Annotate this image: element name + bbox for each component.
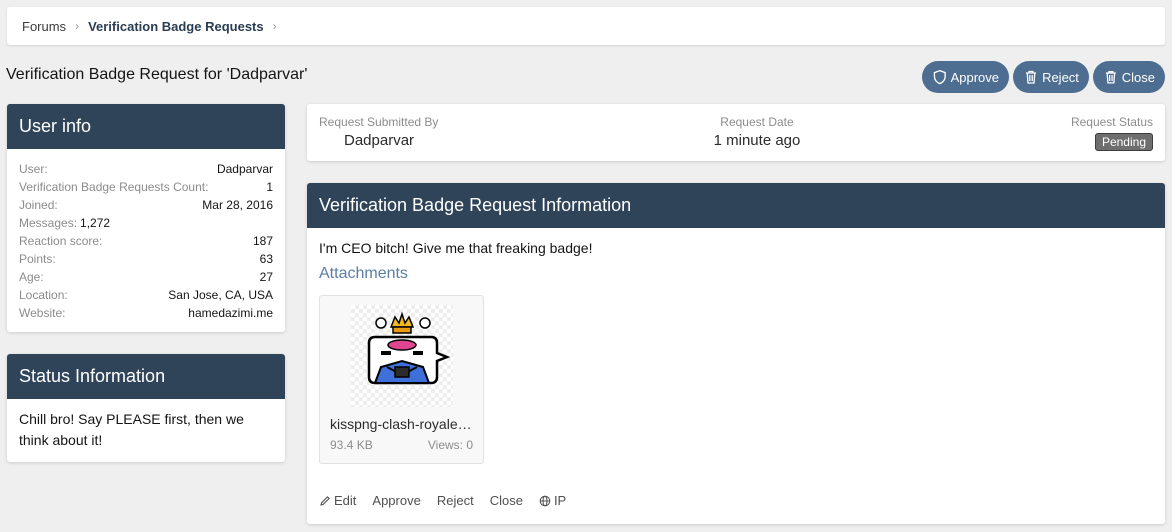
submitted-by-value[interactable]: Dadparvar	[344, 132, 438, 149]
submitted-by-column: Request Submitted By Dadparvar	[319, 115, 438, 149]
breadcrumb-badge-requests-link[interactable]: Verification Badge Requests	[88, 19, 264, 34]
king-emoji-image	[367, 311, 451, 385]
approve-link[interactable]: Approve	[372, 493, 420, 508]
request-date-column: Request Date 1 minute ago	[711, 115, 803, 149]
breadcrumb: Forums › Verification Badge Requests ›	[7, 7, 1165, 45]
edit-link-label: Edit	[334, 493, 357, 508]
shield-icon	[933, 69, 946, 85]
request-footer-actions: Edit Approve Reject Close IP	[319, 493, 566, 508]
status-badge: Pending	[1094, 133, 1153, 151]
info-value: 1	[266, 180, 273, 194]
info-label: Messages:	[19, 216, 78, 230]
attachment-views: Views: 0	[427, 438, 473, 452]
info-row-reaction-score: Reaction score: 187	[19, 232, 273, 250]
approve-button-label: Approve	[950, 69, 999, 85]
info-value: 63	[259, 252, 273, 266]
info-row-user: User: Dadparvar	[19, 160, 273, 178]
ip-link-label: IP	[553, 493, 567, 508]
trash-icon	[1026, 70, 1037, 84]
info-value[interactable]: San Jose, CA, USA	[168, 286, 273, 304]
request-date-value: 1 minute ago	[713, 132, 801, 149]
status-info-block: Status Information Chill bro! Say PLEASE…	[7, 354, 285, 462]
chevron-right-icon: ›	[272, 19, 277, 33]
close-button[interactable]: Close	[1093, 61, 1165, 93]
reject-link[interactable]: Reject	[437, 493, 474, 508]
info-row-age: Age: 27	[19, 268, 273, 286]
request-actions: Approve Reject Close	[922, 61, 1165, 93]
chevron-right-icon: ›	[75, 19, 80, 33]
info-label: Joined:	[19, 198, 58, 212]
info-value[interactable]: hamedazimi.me	[188, 304, 273, 322]
request-message: I'm CEO bitch! Give me that freaking bad…	[319, 240, 593, 256]
pencil-icon	[320, 495, 330, 506]
info-label: Verification Badge Requests Count:	[19, 180, 209, 194]
request-info-body: I'm CEO bitch! Give me that freaking bad…	[307, 228, 1165, 295]
info-value: Mar 28, 2016	[202, 198, 273, 212]
attachment-thumbnail[interactable]	[351, 305, 453, 407]
info-label: Website:	[19, 306, 66, 320]
status-info-title: Status Information	[7, 354, 285, 399]
page-title: Verification Badge Request for 'Dadparva…	[6, 66, 308, 83]
user-info-block: User info User: Dadparvar Verification Ba…	[7, 104, 285, 332]
reject-button-label: Reject	[1042, 69, 1079, 85]
request-info-title: Verification Badge Request Information	[307, 183, 1165, 228]
request-status-label: Request Status	[1070, 115, 1153, 129]
edit-link[interactable]: Edit	[319, 493, 356, 508]
breadcrumb-forums-link[interactable]: Forums	[22, 19, 66, 34]
info-row-requests-count: Verification Badge Requests Count: 1	[19, 178, 273, 196]
request-status-column: Request Status Pending	[1071, 115, 1153, 151]
globe-icon	[539, 495, 551, 506]
attachments-heading: Attachments	[319, 265, 408, 282]
attachment-filename[interactable]: kisspng-clash-royale-clash-of-clans-emoj…	[330, 416, 475, 432]
ip-link[interactable]: IP	[539, 493, 566, 508]
reject-button[interactable]: Reject	[1013, 61, 1089, 93]
info-label: Age:	[19, 270, 44, 284]
info-value: 1,272	[80, 216, 111, 230]
user-info-title: User info	[7, 104, 285, 149]
approve-button[interactable]: Approve	[922, 61, 1009, 93]
submitted-by-label: Request Submitted By	[319, 115, 439, 129]
close-button-label: Close	[1121, 69, 1155, 85]
request-info-block: Verification Badge Request Information I…	[307, 183, 1165, 524]
user-info-list: User: Dadparvar Verification Badge Reques…	[7, 149, 285, 322]
info-label: Reaction score:	[19, 234, 103, 248]
request-meta-block: Request Submitted By Dadparvar Request D…	[307, 104, 1165, 161]
info-label: Location:	[19, 288, 68, 302]
info-label: Points:	[19, 252, 56, 266]
attachment-size: 93.4 KB	[330, 438, 373, 452]
info-row-points: Points: 63	[19, 250, 273, 268]
close-link[interactable]: Close	[490, 493, 523, 508]
info-value: 27	[259, 270, 273, 284]
trash-icon	[1105, 70, 1116, 84]
info-value: 187	[252, 234, 273, 248]
info-value[interactable]: Dadparvar	[217, 160, 273, 178]
info-row-website: Website: hamedazimi.me	[19, 304, 273, 322]
info-row-joined: Joined: Mar 28, 2016	[19, 196, 273, 214]
info-label: User:	[19, 162, 48, 176]
info-row-messages: Messages: 1,272	[19, 214, 273, 232]
status-info-text: Chill bro! Say PLEASE first, then we thi…	[19, 411, 244, 448]
request-date-label: Request Date	[720, 115, 794, 129]
info-row-location: Location: San Jose, CA, USA	[19, 286, 273, 304]
attachment-card[interactable]: kisspng-clash-royale-clash-of-clans-emoj…	[319, 295, 484, 464]
